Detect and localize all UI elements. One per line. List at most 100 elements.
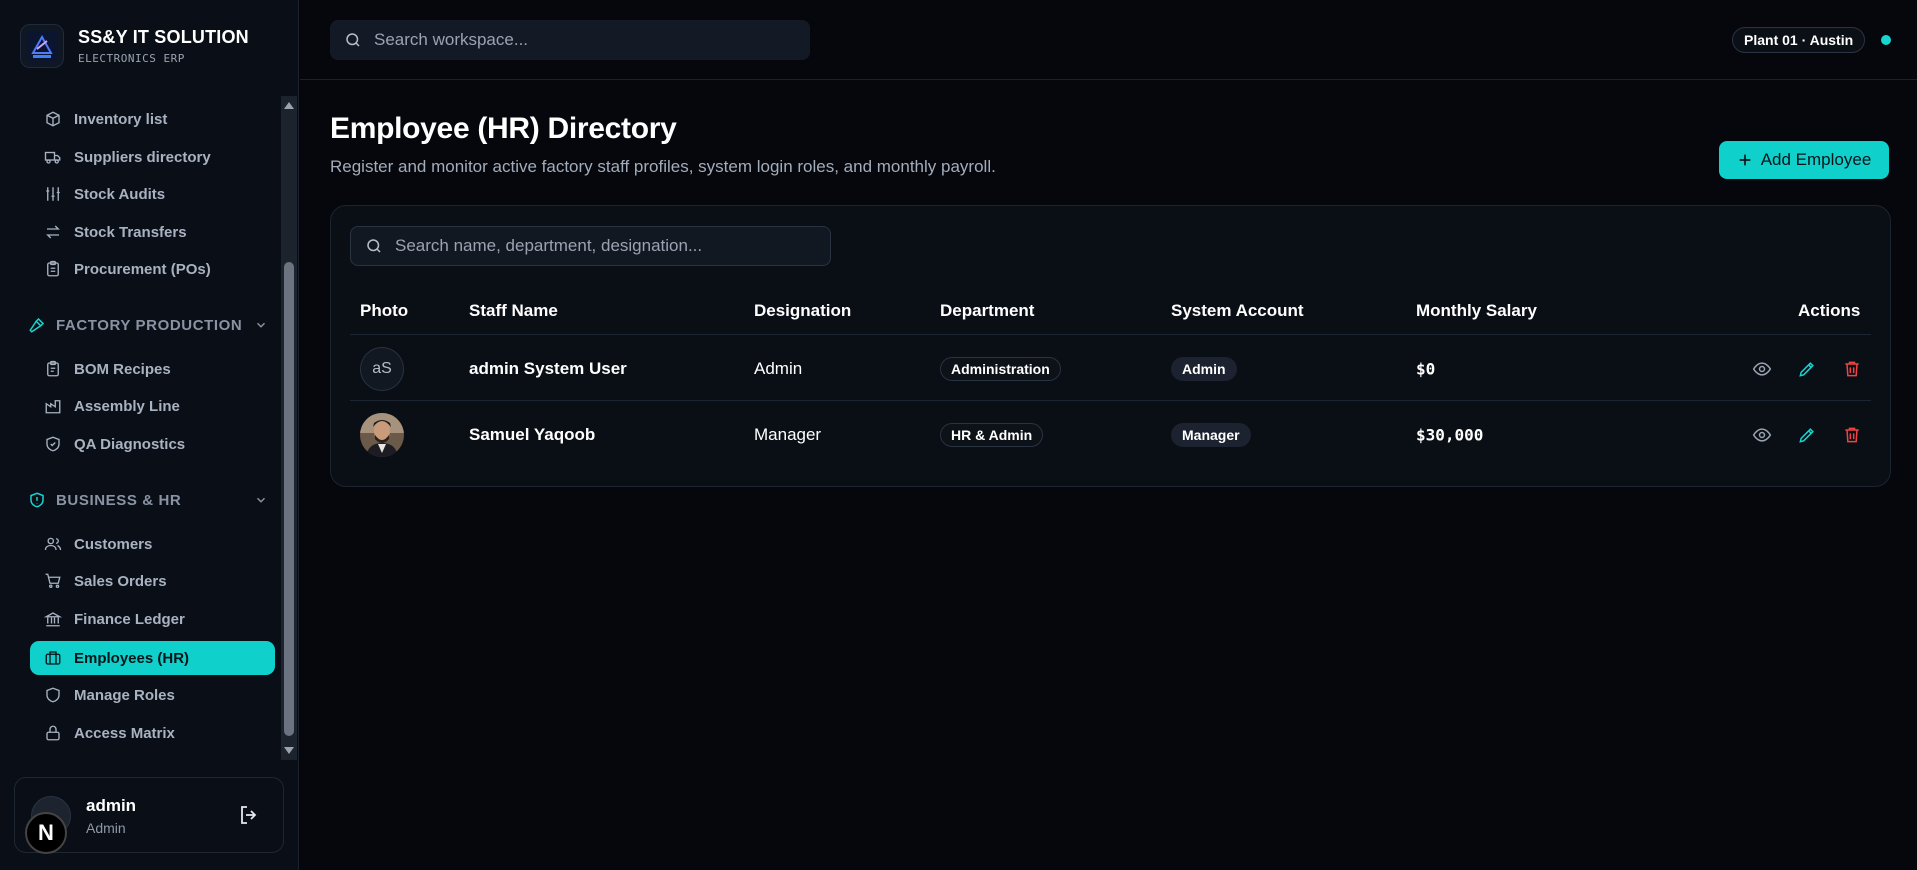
nav-group-label: FACTORY PRODUCTION (56, 316, 243, 334)
sidebar-item-manage-roles[interactable]: Manage Roles (30, 678, 275, 712)
view-button[interactable] (1751, 358, 1773, 380)
designation: Admin (754, 359, 803, 378)
users-icon (44, 537, 62, 551)
column-header-staff-name[interactable]: Staff Name (469, 301, 558, 321)
boxes-icon (46, 111, 60, 127)
sidebar-item-label: BOM Recipes (74, 360, 171, 378)
page-title: Employee (HR) Directory (330, 112, 677, 145)
department-badge: HR & Admin (940, 423, 1044, 447)
trash-icon (1845, 427, 1859, 443)
eye-icon (1752, 362, 1772, 376)
shield-check-icon (46, 436, 60, 452)
sidebar-item-sales-orders[interactable]: Sales Orders (30, 564, 275, 598)
sidebar-item-label: QA Diagnostics (74, 435, 186, 453)
column-header-photo[interactable]: Photo (360, 301, 408, 321)
sidebar-item-access-matrix[interactable]: Access Matrix (30, 716, 275, 750)
lock-icon (46, 725, 60, 741)
workspace-search-input[interactable] (374, 30, 774, 50)
brand-logo (20, 24, 64, 68)
briefcase-icon (45, 651, 61, 665)
chevron-down-icon (256, 497, 266, 503)
view-button[interactable] (1751, 424, 1773, 446)
workspace-search[interactable] (330, 20, 810, 60)
nav-group-factory-production[interactable]: FACTORY PRODUCTION (28, 313, 268, 337)
column-header-department[interactable]: Department (940, 301, 1034, 321)
factory-icon (45, 400, 61, 414)
nav-group-label: BUSINESS & HR (56, 491, 182, 509)
pencil-icon (1799, 362, 1814, 377)
clipboard-list-icon (47, 360, 59, 377)
shield-icon (46, 687, 60, 703)
plus-icon (1739, 154, 1751, 166)
search-icon (346, 33, 360, 47)
page-subtitle: Register and monitor active factory staf… (330, 157, 996, 176)
sidebar-item-label: Procurement (POs) (74, 260, 211, 278)
edit-button[interactable] (1796, 358, 1818, 380)
arrows-swap-icon (46, 225, 60, 239)
divider (350, 400, 1871, 401)
table-search[interactable] (350, 226, 831, 266)
scroll-down-arrow-icon[interactable] (284, 747, 294, 754)
nav-group-business-hr[interactable]: BUSINESS & HR (28, 488, 268, 512)
sidebar-item-customers[interactable]: Customers (30, 527, 275, 561)
user-name: admin (86, 796, 137, 815)
sidebar-item-inventory-list[interactable]: Inventory list (30, 102, 275, 136)
table-row[interactable]: Samuel Yaqoob Manager HR & Admin Manager… (331, 402, 1892, 468)
scroll-up-arrow-icon[interactable] (284, 102, 294, 109)
sidebar-item-assembly-line[interactable]: Assembly Line (30, 389, 275, 423)
sidebar-item-qa-diagnostics[interactable]: QA Diagnostics (30, 427, 275, 461)
brand[interactable]: SS&Y IT SOLUTION ELECTRONICS ERP (20, 24, 249, 68)
sidebar-item-label: Inventory list (74, 110, 168, 128)
salary: $0 (1416, 359, 1436, 379)
column-header-monthly-salary[interactable]: Monthly Salary (1416, 301, 1537, 321)
eye-icon (1752, 428, 1772, 442)
sidebar-item-label: Access Matrix (74, 724, 175, 742)
column-header-designation[interactable]: Designation (754, 301, 851, 321)
sidebar-item-finance-ledger[interactable]: Finance Ledger (30, 602, 275, 636)
brand-name: SS&Y IT SOLUTION (78, 27, 249, 47)
sidebar-item-stock-audits[interactable]: Stock Audits (30, 177, 275, 211)
user-role: Admin (86, 820, 126, 836)
sidebar-scrollbar[interactable] (281, 96, 297, 760)
department-badge: Administration (940, 357, 1061, 381)
cart-icon (45, 573, 61, 589)
sidebar-item-label: Sales Orders (74, 572, 167, 590)
column-header-actions[interactable]: Actions (1798, 301, 1860, 321)
clipboard-icon (47, 260, 59, 277)
delete-button[interactable] (1841, 358, 1863, 380)
sidebar-item-label: Assembly Line (74, 397, 180, 415)
employee-photo (360, 413, 404, 457)
pencil-icon (1799, 428, 1814, 443)
sidebar-item-procurement[interactable]: Procurement (POs) (30, 252, 275, 286)
dev-badge[interactable]: N (25, 812, 67, 854)
scroll-thumb[interactable] (284, 262, 294, 736)
edit-button[interactable] (1796, 424, 1818, 446)
search-icon (367, 239, 381, 253)
sidebar-item-employees-hr[interactable]: Employees (HR) (30, 641, 275, 675)
sidebar-item-label: Manage Roles (74, 686, 175, 704)
chevron-down-icon (256, 322, 266, 328)
staff-name: admin System User (469, 359, 627, 378)
employee-table-panel: Photo Staff Name Designation Department … (330, 205, 1891, 487)
topbar: Plant 01 · Austin (300, 0, 1917, 80)
table-search-input[interactable] (395, 236, 815, 256)
account-badge: Manager (1171, 423, 1251, 447)
sidebar-item-label: Stock Transfers (74, 223, 187, 241)
add-employee-label: Add Employee (1760, 150, 1872, 169)
sliders-icon (46, 187, 60, 201)
sidebar-item-label: Employees (HR) (74, 649, 190, 667)
truck-icon (44, 151, 61, 164)
sidebar-item-stock-transfers[interactable]: Stock Transfers (30, 215, 275, 249)
logout-icon[interactable] (237, 803, 261, 827)
sidebar-item-bom-recipes[interactable]: BOM Recipes (30, 352, 275, 386)
bank-icon (44, 612, 62, 627)
table-row[interactable]: aS admin System User Admin Administratio… (331, 336, 1892, 402)
plant-badge[interactable]: Plant 01 · Austin (1732, 27, 1866, 53)
add-employee-button[interactable]: Add Employee (1719, 141, 1889, 179)
sidebar-item-suppliers-directory[interactable]: Suppliers directory (30, 140, 275, 174)
sidebar-nav: Inventory list Suppliers directory Stock… (0, 96, 280, 760)
sidebar-item-label: Suppliers directory (74, 148, 211, 166)
delete-button[interactable] (1841, 424, 1863, 446)
user-card[interactable]: N admin Admin (14, 777, 284, 854)
column-header-system-account[interactable]: System Account (1171, 301, 1304, 321)
